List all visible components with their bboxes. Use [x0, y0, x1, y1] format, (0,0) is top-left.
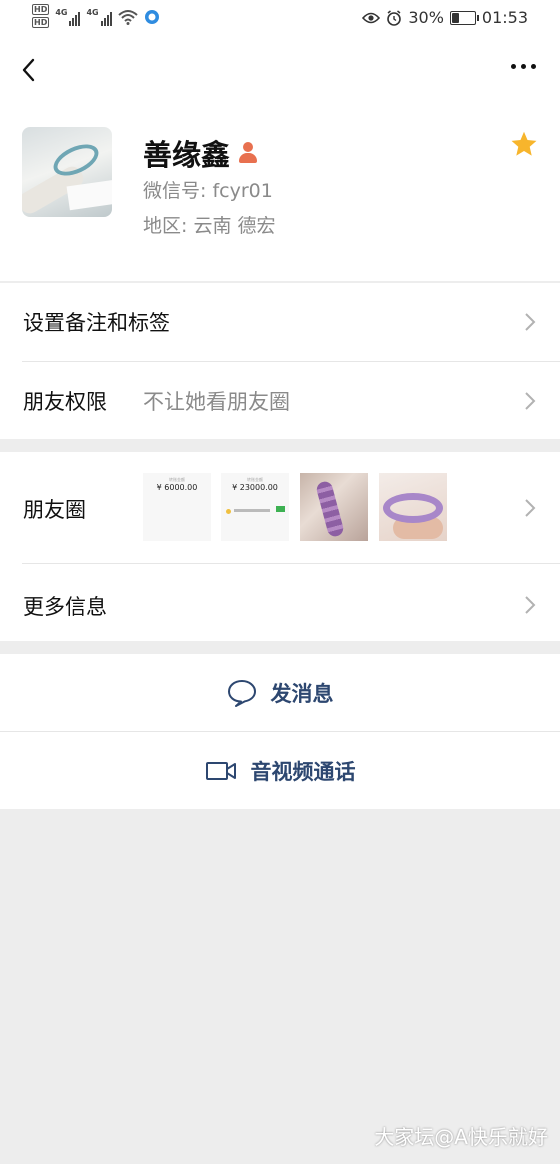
status-left: HD HD 4G 4G [32, 4, 160, 30]
send-message-button[interactable]: 发消息 [0, 654, 560, 731]
moments-row[interactable]: 朋友圈 转账金额 ¥ 6000.00 转账金额 ¥ 23000.00 [0, 452, 560, 563]
status-bar: HD HD 4G 4G 30% 01:53 [0, 0, 560, 38]
cell-signal-2-icon: 4G [86, 8, 112, 26]
nav-bar [0, 38, 560, 108]
hd-indicator: HD HD [32, 4, 50, 28]
chevron-right-icon [525, 499, 536, 517]
battery-percent: 30% [408, 8, 444, 27]
moments-thumb-2: 转账金额 ¥ 23000.00 [221, 473, 289, 541]
video-call-button[interactable]: 音视频通话 [0, 732, 560, 809]
wifi-icon [117, 10, 138, 25]
remark-tags-label: 设置备注和标签 [23, 311, 170, 335]
friend-permission-row[interactable]: 朋友权限 不让她看朋友圈 [0, 362, 560, 439]
more-info-label: 更多信息 [23, 595, 107, 619]
watermark: 大家坛@A快乐就好 [374, 1125, 548, 1149]
wechat-id: 微信号: fcyr01 [143, 180, 273, 202]
moments-label: 朋友圈 [23, 498, 86, 522]
remark-tags-row[interactable]: 设置备注和标签 [0, 283, 560, 361]
send-message-label: 发消息 [270, 681, 334, 706]
person-badge-icon [238, 142, 258, 164]
clock: 01:53 [481, 8, 528, 27]
app-notification-icon [144, 10, 159, 24]
region: 地区: 云南 德宏 [143, 215, 276, 237]
more-icon[interactable] [511, 64, 536, 69]
settings-group: 设置备注和标签 朋友权限 不让她看朋友圈 [0, 283, 560, 439]
profile-name: 善缘鑫 [143, 132, 258, 174]
cell-signal-icon: 4G [55, 8, 81, 26]
battery-icon [449, 10, 479, 25]
moments-thumb-3 [300, 473, 368, 541]
profile-card: 善缘鑫 微信号: fcyr01 地区: 云南 德宏 [0, 108, 560, 281]
chevron-right-icon [525, 596, 536, 614]
moments-thumb-4 [379, 473, 447, 541]
friend-permission-value: 不让她看朋友圈 [143, 390, 290, 414]
video-call-label: 音视频通话 [250, 759, 356, 784]
back-arrow-icon[interactable] [16, 52, 46, 88]
status-right: 30% 01:53 [362, 8, 528, 27]
chevron-right-icon [525, 392, 536, 410]
info-group: 朋友圈 转账金额 ¥ 6000.00 转账金额 ¥ 23000.00 更多信息 [0, 452, 560, 641]
chevron-right-icon [525, 313, 536, 331]
chat-bubble-icon [227, 679, 256, 707]
friend-permission-label: 朋友权限 [23, 390, 107, 414]
star-icon[interactable] [510, 130, 538, 158]
avatar[interactable] [22, 127, 112, 217]
alarm-icon [387, 9, 402, 26]
moments-thumb-1: 转账金额 ¥ 6000.00 [143, 473, 211, 541]
video-camera-icon [205, 761, 236, 780]
more-info-row[interactable]: 更多信息 [0, 564, 560, 641]
eye-icon [362, 12, 381, 23]
